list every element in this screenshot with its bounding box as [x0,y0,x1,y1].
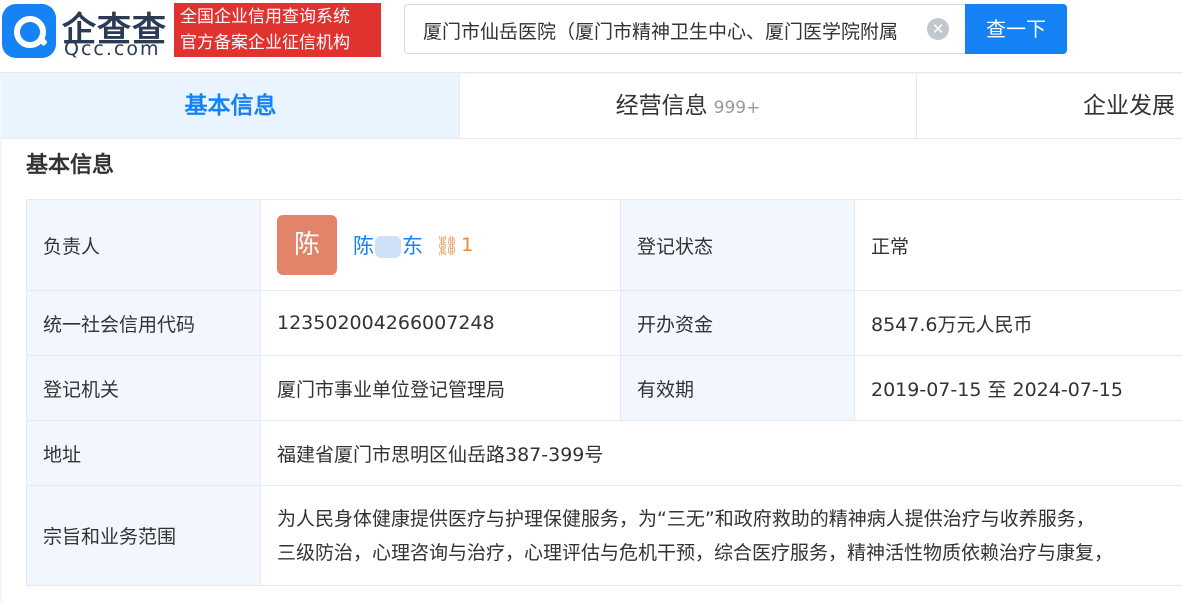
avatar: 陈 [277,215,337,275]
top-header: 企查查 Qcc.com 全国企业信用查询系统 官方备案企业征信机构 ✕ 查一下 [0,0,1182,73]
relation-graph-icon[interactable]: ⛓ [435,234,459,257]
credit-code-label: 统一社会信用代码 [27,291,261,356]
search-button[interactable]: 查一下 [965,4,1067,54]
name-part-1: 陈 [353,234,374,258]
qcc-logo-icon[interactable] [2,4,56,58]
person-label: 负责人 [27,200,261,291]
official-badge: 全国企业信用查询系统 官方备案企业征信机构 [174,3,381,57]
tab-label: 企业发展 [1083,93,1175,119]
search-input[interactable] [421,5,925,55]
info-table: 负责人 陈 陈东 ⛓ 1 登记状态 正常 统一社会信用代码 1235020042… [26,199,1182,586]
tab-basic-info[interactable]: 基本信息 [2,74,459,138]
tab-business-info[interactable]: 经营信息 999+ [460,74,916,138]
scope-value: 为人民身体健康提供医疗与护理保健服务，为“三无”和政府救助的精神病人提供治疗与收… [261,486,1182,585]
tab-label: 经营信息 [615,93,708,119]
logo-domain: Qcc.com [64,38,161,60]
name-part-2: 东 [402,234,423,258]
capital-label: 开办资金 [621,291,855,356]
basic-info-section: 基本信息 负责人 陈 陈东 ⛓ 1 登记状态 正常 统一社会信用代码 12350… [2,139,1182,602]
status-label: 登记状态 [621,200,855,291]
person-name-link[interactable]: 陈东 [353,230,423,260]
authority-label: 登记机关 [27,356,261,421]
tab-bar: 基本信息 经营信息 999+ 企业发展 [2,74,1182,139]
address-value: 福建省厦门市思明区仙岳路387-399号 [261,421,1182,486]
tab-development[interactable]: 企业发展 [917,74,1182,138]
credit-code-value: 12350200426600724​8 [261,291,621,356]
section-title: 基本信息 [26,153,115,178]
tab-label: 基本信息 [184,93,277,119]
scope-line-2: 三级防治，心理咨询与治疗，心理评估与危机干预，综合医疗服务，精神活性物质依赖治疗… [277,541,1114,564]
scope-line-1: 为人民身体健康提供医疗与护理保健服务，为“三无”和政府救助的精神病人提供治疗与收… [277,507,1095,530]
address-label: 地址 [27,421,261,486]
validity-value: 2019-07-15 至 2024-07-15 [855,356,1182,421]
clear-icon[interactable]: ✕ [927,18,949,40]
validity-label: 有效期 [621,356,855,421]
search-box: ✕ [404,4,965,55]
badge-line-2: 官方备案企业征信机构 [180,33,350,53]
person-cell: 陈 陈东 ⛓ 1 [261,200,621,291]
authority-value: 厦门市事业单位登记管理局 [261,356,621,421]
name-redaction [375,236,401,258]
badge-line-1: 全国企业信用查询系统 [180,7,350,27]
tab-count-badge: 999+ [713,98,761,118]
status-value: 正常 [855,200,1182,291]
capital-value: 8547.6万元人民币 [855,291,1182,356]
relation-count[interactable]: 1 [461,234,473,256]
scope-label: 宗旨和业务范围 [27,486,261,585]
